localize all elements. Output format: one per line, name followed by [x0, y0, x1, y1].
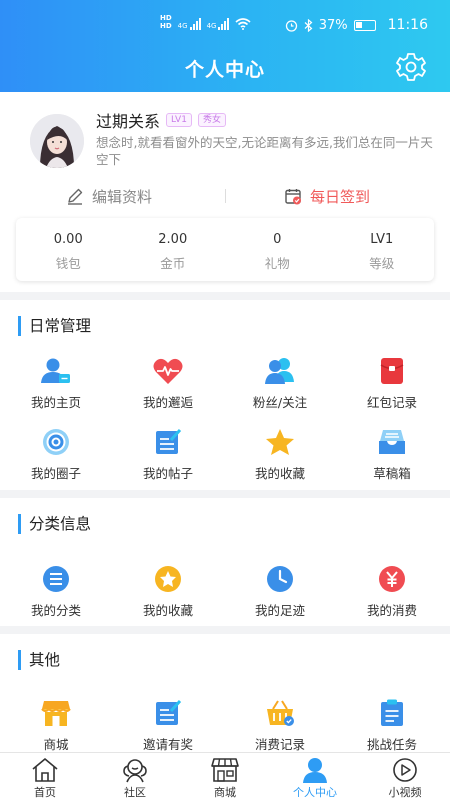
section-daily: 日常管理 我的主页 我的邂逅 粉丝/关注 红包记录 我的圈子 我的帖子 我的收藏…: [0, 300, 450, 490]
item-store[interactable]: 商城: [0, 698, 112, 753]
clock-time: 11:16: [387, 17, 428, 33]
star-icon: [266, 429, 294, 455]
stat-level[interactable]: LV1 等级: [330, 218, 435, 281]
item-my-encounters[interactable]: 我的邂逅: [112, 356, 224, 411]
bluetooth-icon: [304, 18, 313, 32]
header: HD HD 4G 4G 37% 11:16 个人中心: [0, 0, 450, 92]
user-signature: 想念时,就看看窗外的天空,无论距离有多远,我们总在同一片天空下: [96, 135, 433, 167]
daily-checkin-button[interactable]: 每日签到: [284, 182, 370, 210]
target-icon: [43, 429, 69, 455]
section-title-other: 其他: [18, 650, 60, 670]
gear-icon[interactable]: [394, 52, 428, 82]
item-my-circles[interactable]: 我的圈子: [0, 427, 112, 482]
user-card-icon: [41, 358, 70, 383]
status-right: 37% 11:16: [285, 17, 428, 33]
item-challenge-tasks[interactable]: 挑战任务: [336, 698, 448, 753]
shop-icon: [211, 758, 239, 782]
avatar[interactable]: [30, 114, 84, 168]
item-red-packet-records[interactable]: 红包记录: [336, 356, 448, 411]
tab-community[interactable]: 社区: [90, 753, 180, 800]
star-badge-icon: [155, 566, 181, 592]
battery-icon: [353, 19, 376, 31]
post-icon: [156, 428, 182, 454]
basket-icon: [267, 700, 294, 726]
list-icon: [43, 566, 69, 592]
yen-icon: [379, 566, 405, 592]
users-icon: [265, 358, 294, 384]
bottom-tab-bar: 首页 社区 商城 个人中心 小视频: [0, 752, 450, 800]
person-icon: [303, 758, 327, 783]
home-icon: [32, 758, 58, 782]
profile-card: 过期关系 LV1 秀女 想念时,就看看窗外的天空,无论距离有多远,我们总在同一片…: [0, 92, 450, 292]
item-drafts[interactable]: 草稿箱: [336, 427, 448, 482]
item-my-collection[interactable]: 我的收藏: [112, 564, 224, 619]
signal-icon: [218, 18, 230, 30]
stat-gifts[interactable]: 0 礼物: [225, 218, 330, 281]
item-my-spending[interactable]: 我的消费: [336, 564, 448, 619]
item-my-homepage[interactable]: 我的主页: [0, 356, 112, 411]
signal-indicators: HD HD 4G 4G: [160, 14, 251, 30]
daily-checkin-label: 每日签到: [310, 187, 371, 206]
red-packet-icon: [380, 358, 404, 384]
divider: [225, 189, 226, 203]
item-my-posts[interactable]: 我的帖子: [112, 427, 224, 482]
clock-icon: [267, 566, 293, 592]
stat-wallet[interactable]: 0.00 钱包: [16, 218, 121, 281]
stats-card: 0.00 钱包 2.00 金币 0 礼物 LV1 等级: [16, 218, 434, 281]
section-title-daily: 日常管理: [18, 316, 91, 336]
section-other: 其他 商城 邀请有奖 消费记录 挑战任务: [0, 634, 450, 752]
signal-icon: [189, 18, 201, 30]
profile-actions: 编辑资料 每日签到: [0, 182, 450, 210]
battery-percent: 37%: [318, 17, 348, 33]
pencil-icon: [68, 188, 83, 205]
item-my-favorites[interactable]: 我的收藏: [224, 427, 336, 482]
hd-badges: HD HD: [160, 14, 172, 30]
page-title: 个人中心: [184, 59, 265, 81]
level-badge: LV1: [166, 113, 192, 127]
item-my-categories[interactable]: 我的分类: [0, 564, 112, 619]
tab-short-video[interactable]: 小视频: [360, 753, 450, 800]
item-my-footprints[interactable]: 我的足迹: [224, 564, 336, 619]
edit-profile-label: 编辑资料: [92, 187, 153, 206]
section-category: 分类信息 我的分类 我的收藏 我的足迹 我的消费: [0, 498, 450, 626]
clipboard-icon: [381, 699, 403, 726]
edit-profile-button[interactable]: 编辑资料: [66, 182, 152, 210]
video-icon: [393, 758, 417, 782]
community-icon: [123, 759, 147, 783]
tab-home[interactable]: 首页: [0, 753, 90, 800]
stat-coins[interactable]: 2.00 金币: [121, 218, 226, 281]
item-invite-rewards[interactable]: 邀请有奖: [112, 698, 224, 753]
tab-shop[interactable]: 商城: [180, 753, 270, 800]
item-fans-follow[interactable]: 粉丝/关注: [224, 356, 336, 411]
avatar-image: [30, 114, 84, 168]
store-icon: [41, 701, 71, 726]
user-name: 过期关系: [96, 112, 161, 131]
heart-pulse-icon: [153, 358, 183, 384]
alarm-icon: [285, 19, 297, 32]
name-row: 过期关系 LV1 秀女: [96, 108, 226, 132]
calendar-check-icon: [285, 189, 301, 205]
tab-personal-center[interactable]: 个人中心: [270, 753, 360, 800]
item-spending-records[interactable]: 消费记录: [224, 698, 336, 753]
inbox-icon: [379, 430, 405, 454]
invite-icon: [156, 699, 182, 725]
status-bar: HD HD 4G 4G 37% 11:16: [0, 0, 450, 42]
section-title-category: 分类信息: [18, 514, 91, 534]
gender-badge: 秀女: [197, 113, 226, 127]
wifi-icon: [235, 18, 251, 30]
